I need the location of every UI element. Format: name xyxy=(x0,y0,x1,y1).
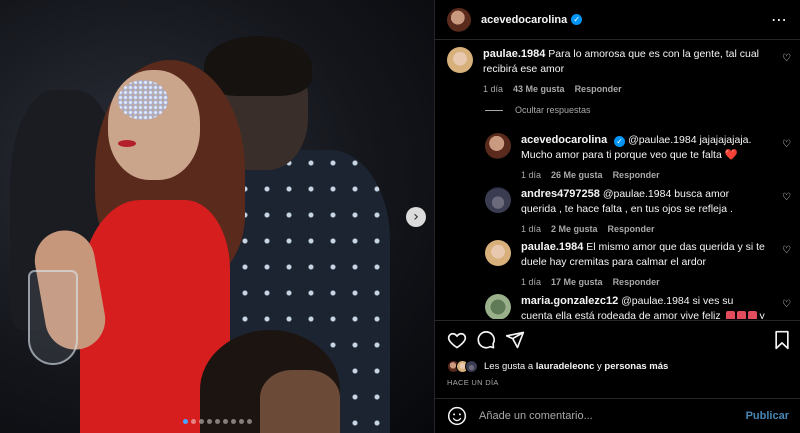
like-comment-icon[interactable]: ♡ xyxy=(782,192,791,203)
carousel-dot xyxy=(182,419,188,424)
emoji-icon[interactable] xyxy=(447,406,467,426)
carousel-dot xyxy=(230,419,236,424)
bookmark-icon[interactable] xyxy=(773,330,791,350)
hide-replies-button[interactable]: Ocultar respuestas xyxy=(485,105,591,115)
reply-comment: paulae.1984 El mismo amor que das querid… xyxy=(485,240,775,290)
share-icon[interactable] xyxy=(505,330,525,350)
comment-username[interactable]: andres4797258 xyxy=(521,188,600,200)
like-comment-icon[interactable]: ♡ xyxy=(782,299,791,310)
comment-icon[interactable] xyxy=(476,330,496,350)
comment-mention[interactable]: @paulae.1984 xyxy=(628,134,696,146)
comment-likes[interactable]: 26 Me gusta xyxy=(551,168,603,183)
reply-button[interactable]: Responder xyxy=(608,222,655,237)
like-comment-icon[interactable]: ♡ xyxy=(782,245,791,256)
comment-time[interactable]: 1 día xyxy=(483,82,503,97)
gift-emoji xyxy=(736,311,746,319)
carousel-dot xyxy=(198,419,204,424)
reply-button[interactable]: Responder xyxy=(613,168,660,183)
reply-comment: acevedocarolina ✓ @paulae.1984 jajajajaj… xyxy=(485,133,775,183)
avatar[interactable] xyxy=(485,187,511,213)
verified-badge-icon: ✓ xyxy=(614,136,626,147)
post-timestamp[interactable]: HACE UN DÍA xyxy=(447,378,499,387)
likes-prefix: Les gusta a xyxy=(484,361,534,372)
comment-mention[interactable]: @paulae.1984 xyxy=(603,188,671,200)
heart-icon[interactable] xyxy=(447,330,467,350)
comment-time[interactable]: 1 día xyxy=(521,168,541,183)
carousel-dot xyxy=(238,419,244,424)
chevron-right-icon[interactable]: › xyxy=(406,207,426,227)
like-comment-icon[interactable]: ♡ xyxy=(782,53,791,64)
comment-likes[interactable]: 17 Me gusta xyxy=(551,275,603,290)
carousel-dot xyxy=(190,419,196,424)
comment-username[interactable]: acevedocarolina xyxy=(521,134,607,146)
post-header: acevedocarolina ✓ ⋯ xyxy=(435,0,800,40)
avatar[interactable] xyxy=(485,240,511,266)
wine-glass xyxy=(28,270,78,365)
likes-connector: y xyxy=(597,361,602,372)
comment-composer: Añade un comentario... Publicar xyxy=(435,398,800,433)
comment-username[interactable]: paulae.1984 xyxy=(521,241,583,253)
reply-comment: andres4797258 @paulae.1984 busca amor qu… xyxy=(485,187,775,237)
comment-time[interactable]: 1 día xyxy=(521,222,541,237)
post-actions xyxy=(435,320,800,360)
lips xyxy=(118,140,136,147)
likes-others[interactable]: personas más xyxy=(604,361,668,372)
verified-badge-icon: ✓ xyxy=(571,14,583,25)
comments-panel: acevedocarolina ✓ ⋯ paulae.1984 Para lo … xyxy=(434,0,800,433)
avatar[interactable] xyxy=(447,47,473,73)
carousel-dot xyxy=(206,419,212,424)
avatar[interactable] xyxy=(447,7,471,32)
avatar[interactable] xyxy=(485,133,511,159)
likes-summary[interactable]: Les gusta a lauradeleonc y personas más xyxy=(447,360,668,373)
reply-button[interactable]: Responder xyxy=(613,275,660,290)
likes-user[interactable]: lauradeleonc xyxy=(536,361,595,372)
carousel-dot xyxy=(246,419,252,424)
comment-time[interactable]: 1 día xyxy=(521,275,541,290)
comments-list[interactable]: paulae.1984 Para lo amorosa que es con l… xyxy=(435,41,800,319)
publish-button[interactable]: Publicar xyxy=(746,410,789,422)
gift-emoji xyxy=(725,311,735,319)
gift-emoji xyxy=(747,311,757,319)
comment-mention[interactable]: @paulae.1984 xyxy=(621,295,689,307)
comment-input[interactable]: Añade un comentario... xyxy=(479,410,746,422)
avatar xyxy=(465,360,478,373)
reply-button[interactable]: Responder xyxy=(575,82,622,97)
hide-replies-label: Ocultar respuestas xyxy=(515,105,591,115)
comment: paulae.1984 Para lo amorosa que es con l… xyxy=(447,47,777,97)
red-heart-emoji: ❤️ xyxy=(724,149,738,161)
post-photo[interactable]: › xyxy=(0,0,434,433)
comment-username[interactable]: paulae.1984 xyxy=(483,48,545,60)
like-comment-icon[interactable]: ♡ xyxy=(782,139,791,150)
avatar[interactable] xyxy=(485,294,511,319)
post-author-username[interactable]: acevedocarolina xyxy=(481,14,567,26)
glitter-makeup xyxy=(118,80,168,120)
comment-username[interactable]: maria.gonzalezc12 xyxy=(521,295,618,307)
comment-likes[interactable]: 43 Me gusta xyxy=(513,82,565,97)
comment-likes[interactable]: 2 Me gusta xyxy=(551,222,598,237)
carousel-dot xyxy=(222,419,228,424)
more-options-icon[interactable]: ⋯ xyxy=(771,10,788,29)
carousel-dot xyxy=(214,419,220,424)
carousel-dots xyxy=(0,419,434,424)
reply-comment: maria.gonzalezc12 @paulae.1984 si ves su… xyxy=(485,294,775,319)
